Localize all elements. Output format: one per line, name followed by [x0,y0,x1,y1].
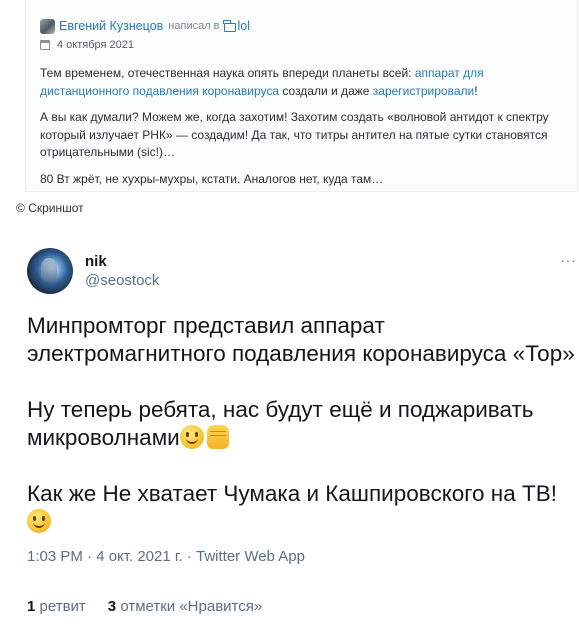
post-date-row: 4 октября 2021 [40,39,134,51]
post-paragraph-3: 80 Вт жрёт, не хухры-мухры, кстати. Анал… [40,171,384,186]
blog-link[interactable]: lol [238,19,251,33]
post-paragraph-1: Тем временем, отечественная наука опять … [40,66,484,98]
tweet-text: Минпромторг представил аппарат электрома… [27,312,580,564]
more-options-icon[interactable]: ··· [560,252,577,268]
tweet-author-handle[interactable]: @seostock [85,272,159,289]
device-link[interactable]: аппарат для [415,66,484,80]
post-body: Тем временем, отечественная наука опять … [40,65,576,197]
screenshot-caption: © Скриншот [16,201,84,215]
tweet-avatar[interactable] [27,248,73,294]
blog-post-card: Евгений Кузнецов написал в lol 4 октября… [25,0,578,192]
registered-link[interactable]: зарегистрировали [373,84,474,98]
wrote-in-label: написал в [168,20,220,32]
author-link[interactable]: Евгений Кузнецов [59,19,163,33]
likes-stat[interactable]: 3 отметки «Нравится» [108,598,262,615]
tweet-paragraph-1: Минпромторг представил аппарат электрома… [27,313,575,366]
smiling-face-emoji-icon [179,425,204,449]
post-date: 4 октября 2021 [57,39,134,51]
raised-fist-emoji-icon [206,425,229,449]
smiling-face-emoji-icon [27,509,51,533]
folder-icon [223,19,236,32]
tweet-paragraph-3: Как же Не хватает Чумака и Кашпировского… [27,480,580,536]
author-avatar[interactable] [40,18,55,34]
device-link-continued[interactable]: дистанционного подавления коронавируса [40,84,279,98]
tweet-stats: 1 ретвит 3 отметки «Нравится» [27,598,262,615]
tweet-paragraph-2: Ну теперь ребята, нас будут ещё и поджар… [27,397,534,450]
tweet-author-name[interactable]: nik [85,253,107,270]
calendar-icon [40,40,50,50]
tweet-timestamp[interactable]: 1:03 PM · 4 окт. 2021 г. · Twitter Web A… [27,548,305,565]
retweets-stat[interactable]: 1 ретвит [27,598,86,615]
post-header: Евгений Кузнецов написал в lol [40,18,250,34]
post-paragraph-2: А вы как думали? Можем же, когда захотим… [40,110,549,159]
